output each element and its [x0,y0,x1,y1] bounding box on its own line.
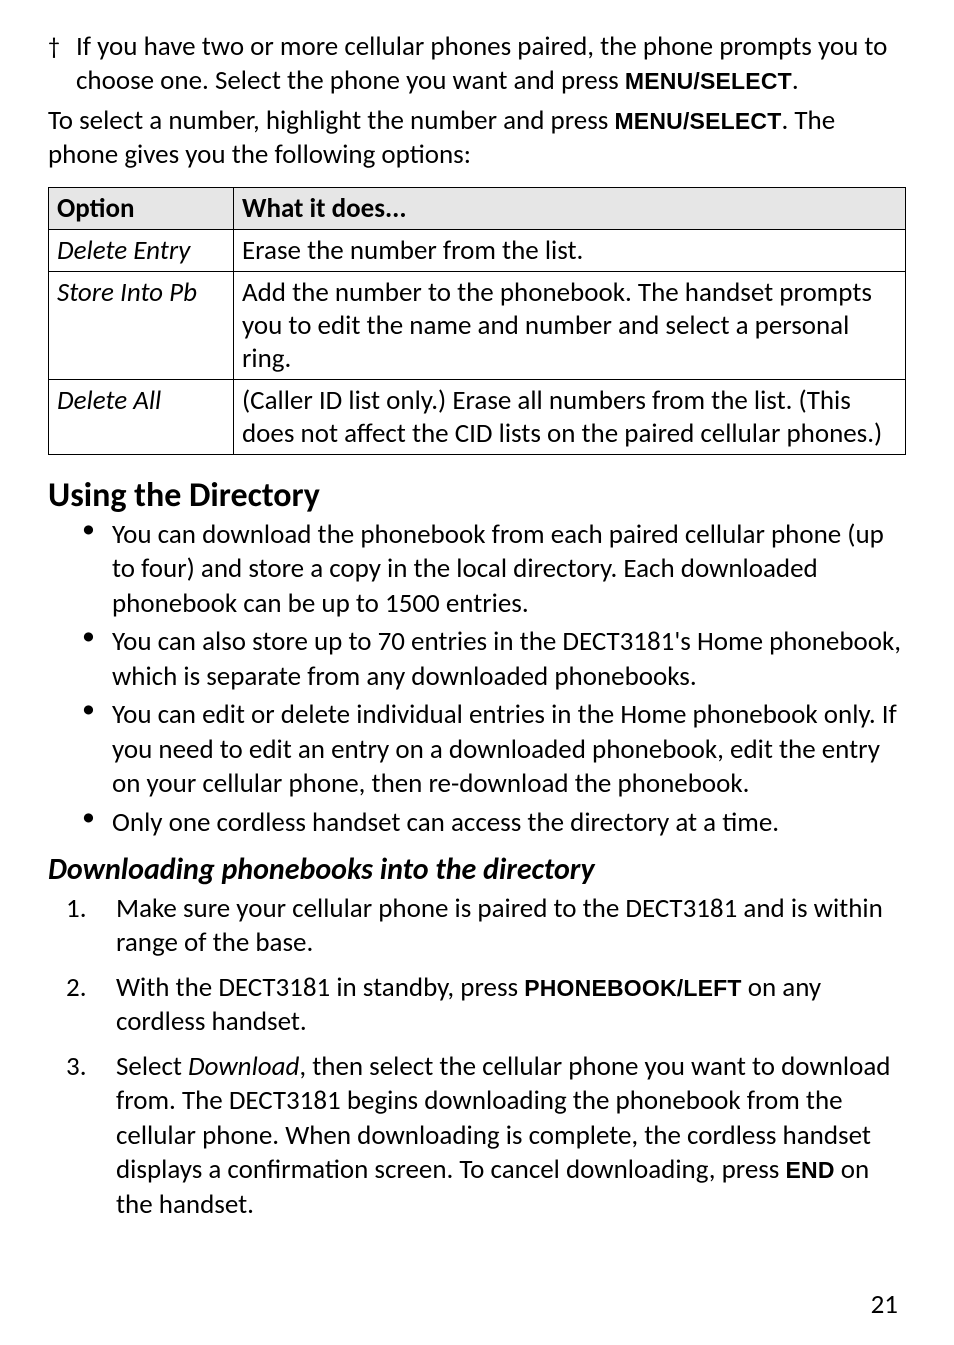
step-3-key: END [785,1157,834,1183]
step-3-ital: Download [188,1050,299,1083]
footnote-after: . [792,64,799,97]
step-2-key: PHONEBOOK/LEFT [524,975,741,1001]
step-1: Make sure your cellular phone is paired … [66,892,906,961]
option-cell: Delete All [49,379,234,454]
footnote-mark: † [48,30,76,62]
header-what: What it does... [234,187,906,229]
option-cell: Store Into Pb [49,271,234,379]
option-cell: Delete Entry [49,229,234,271]
list-item: You can download the phonebook from each… [82,518,906,622]
intro-paragraph: To select a number, highlight the number… [48,104,906,173]
what-cell: Erase the number from the list. [234,229,906,271]
list-item: You can edit or delete individual entrie… [82,698,906,802]
step-2-before: With the DECT3181 in standby, press [116,971,524,1004]
table-row: Store Into Pb Add the number to the phon… [49,271,906,379]
page: † If you have two or more cellular phone… [0,0,954,1345]
intro-key: MENU/SELECT [614,108,781,134]
intro-before: To select a number, highlight the number… [48,104,614,137]
subsection-title: Downloading phonebooks into the director… [48,851,906,888]
step-3-a: Select [116,1050,188,1083]
table-row: Delete All (Caller ID list only.) Erase … [49,379,906,454]
options-table: Option What it does... Delete Entry Eras… [48,187,906,455]
section-title: Using the Directory [48,475,906,516]
page-number: 21 [871,1288,898,1321]
step-3: Select Download, then select the cellula… [66,1050,906,1223]
step-2: With the DECT3181 in standby, press PHON… [66,971,906,1040]
table-header-row: Option What it does... [49,187,906,229]
footnote-key: MENU/SELECT [625,68,792,94]
footnote-text: If you have two or more cellular phones … [76,30,906,98]
directory-bullets: You can download the phonebook from each… [48,518,906,841]
list-item: Only one cordless handset can access the… [82,806,906,841]
download-steps: Make sure your cellular phone is paired … [48,892,906,1223]
footnote: † If you have two or more cellular phone… [48,30,906,98]
header-option: Option [49,187,234,229]
what-cell: Add the number to the phonebook. The han… [234,271,906,379]
table-row: Delete Entry Erase the number from the l… [49,229,906,271]
what-cell: (Caller ID list only.) Erase all numbers… [234,379,906,454]
list-item: You can also store up to 70 entries in t… [82,625,906,694]
